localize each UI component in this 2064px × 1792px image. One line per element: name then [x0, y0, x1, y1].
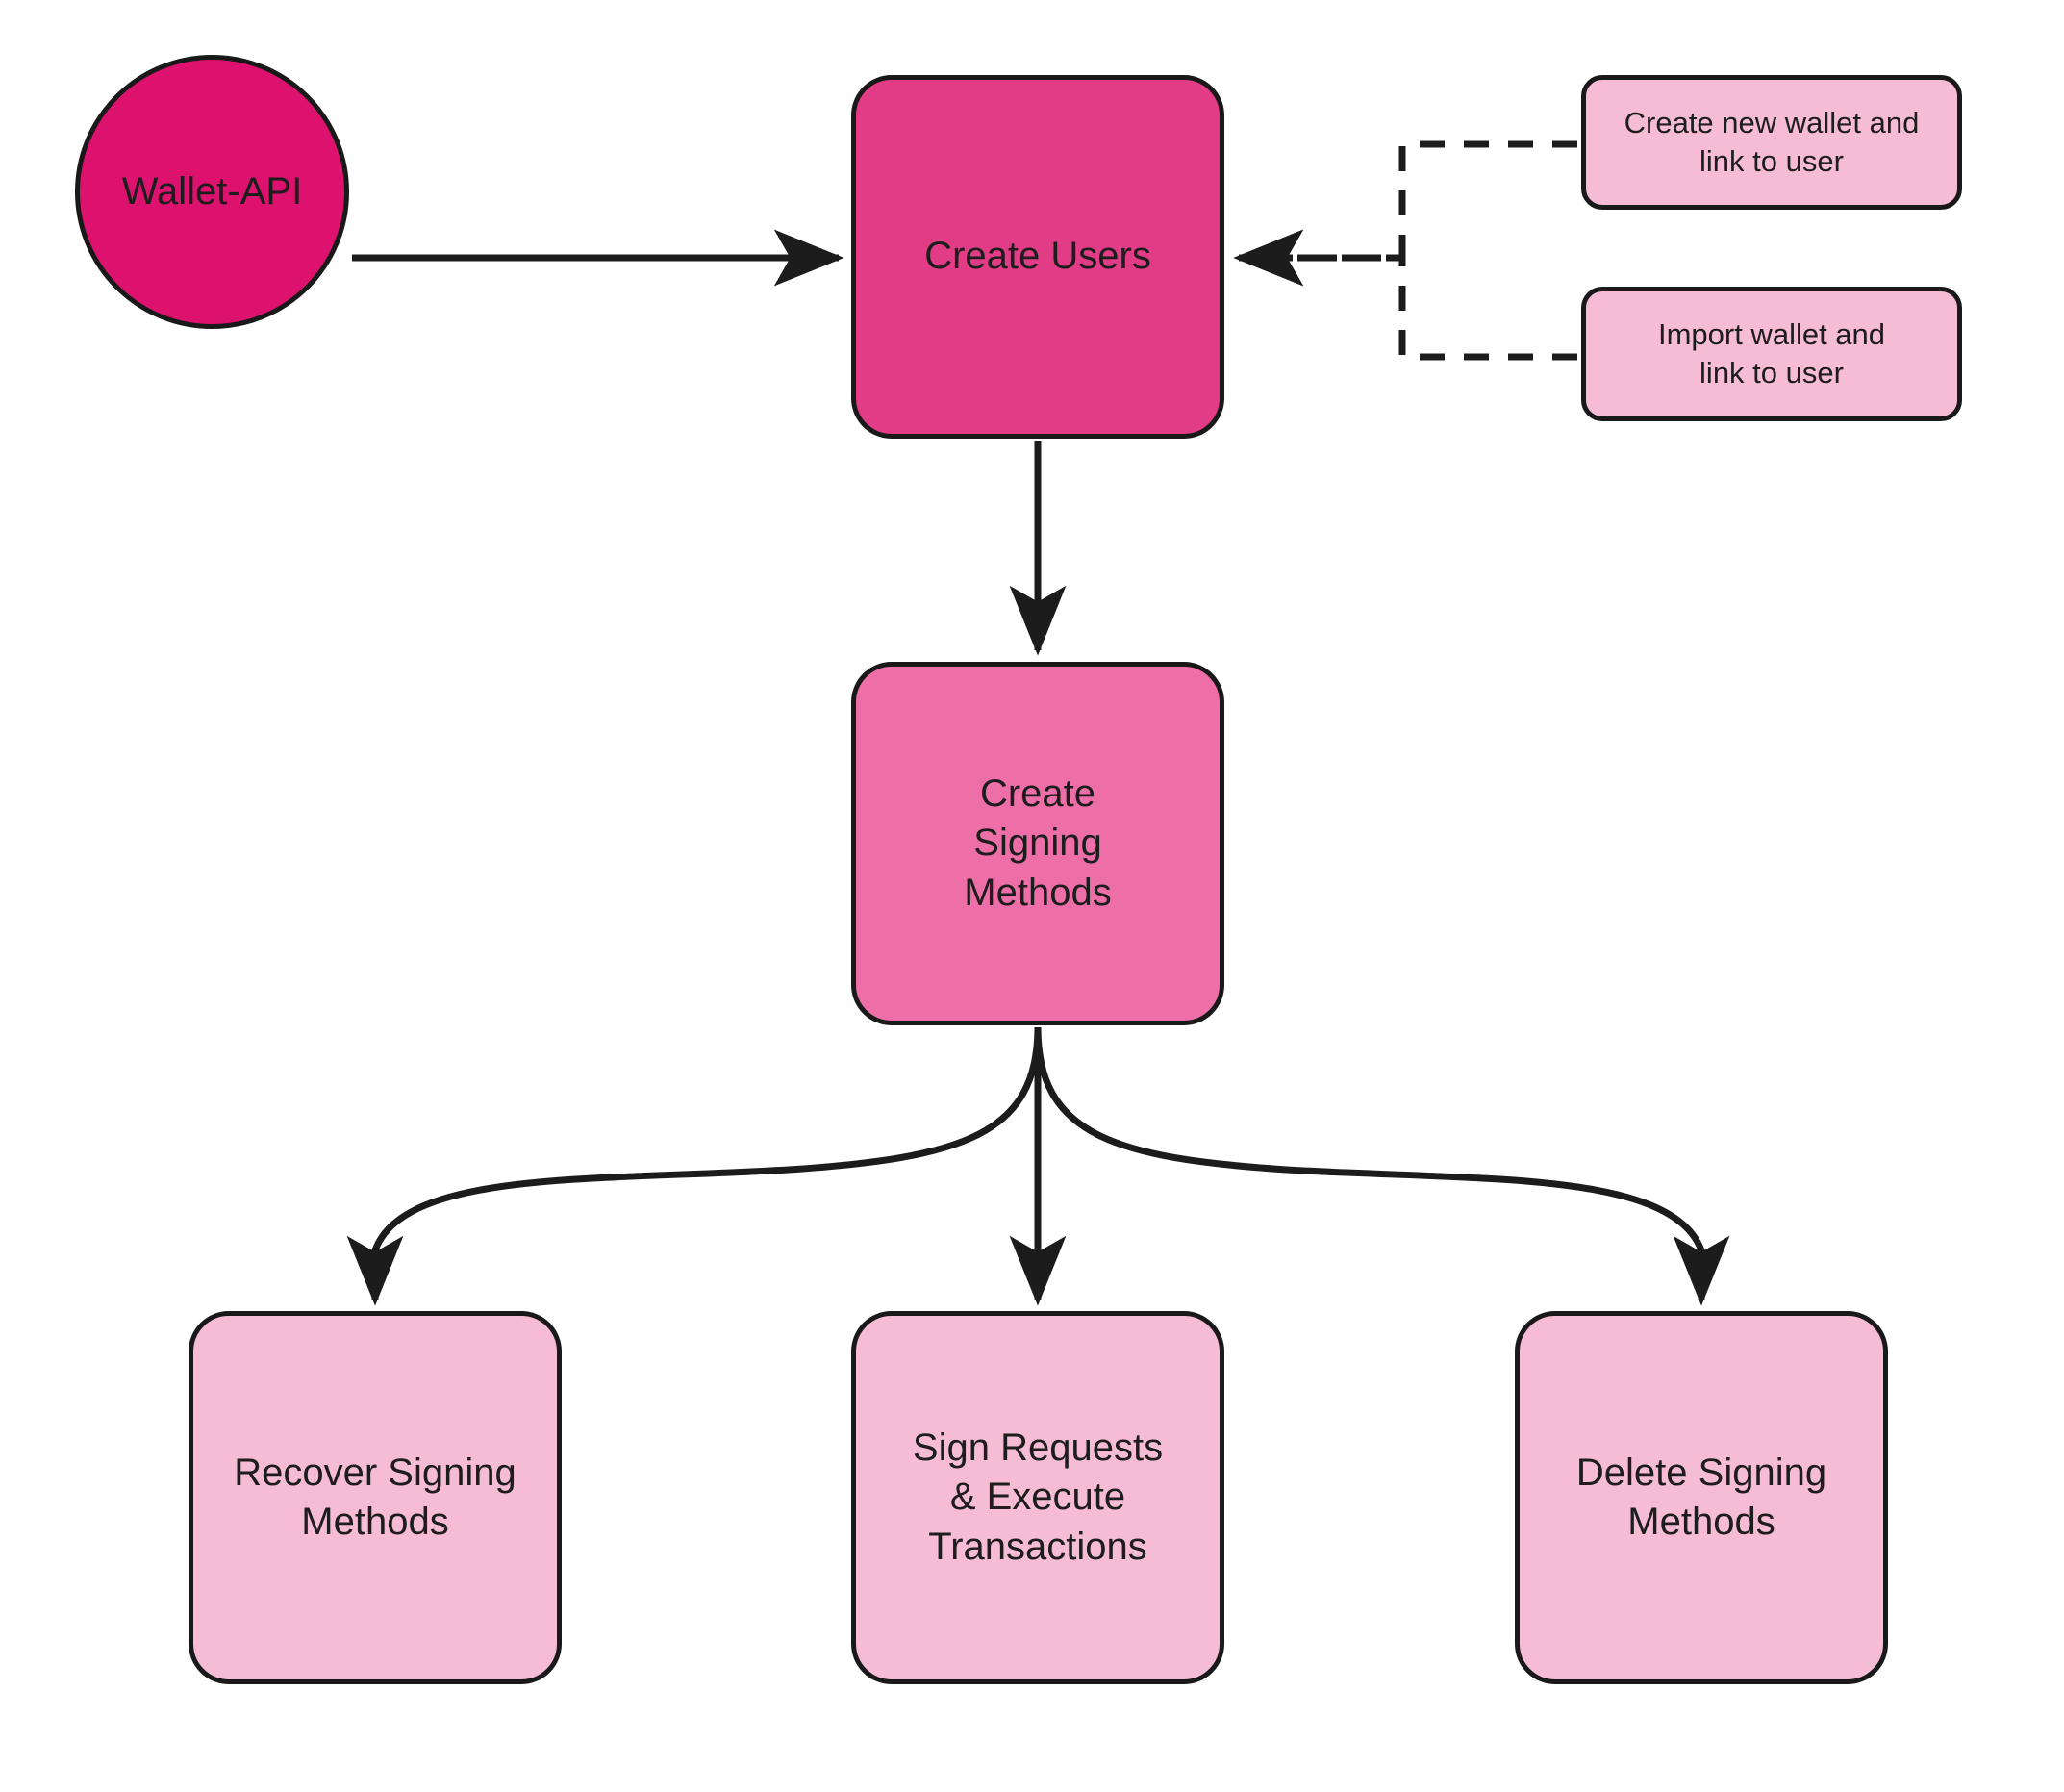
- note-create-new-wallet[interactable]: Create new wallet and link to user: [1581, 75, 1962, 210]
- node-delete-signing-methods[interactable]: Delete Signing Methods: [1515, 1311, 1888, 1684]
- node-create-users-label: Create Users: [924, 235, 1151, 278]
- node-recover-signing-methods[interactable]: Recover Signing Methods: [189, 1311, 562, 1684]
- edge-create-signing-methods-to-recover: [346, 1026, 1042, 1306]
- node-create-signing-methods-label: Create Signing Methods: [964, 772, 1112, 914]
- node-sign-requests-execute-transactions[interactable]: Sign Requests & Execute Transactions: [851, 1311, 1224, 1684]
- edge-create-signing-methods-to-delete: [1034, 1026, 1730, 1306]
- node-sign-requests-execute-transactions-label: Sign Requests & Execute Transactions: [912, 1426, 1164, 1568]
- node-delete-signing-methods-label: Delete Signing Methods: [1575, 1451, 1827, 1543]
- note-import-wallet[interactable]: Import wallet and link to user: [1581, 287, 1962, 421]
- flowchart-canvas: Wallet-API Create Users Create Signing M…: [0, 0, 2064, 1792]
- node-wallet-api[interactable]: Wallet-API: [75, 55, 349, 329]
- note-import-wallet-label: Import wallet and link to user: [1657, 317, 1886, 390]
- edge-create-wallet-note-to-create-users: [1233, 140, 1577, 287]
- node-create-users[interactable]: Create Users: [851, 75, 1224, 439]
- node-wallet-api-label: Wallet-API: [121, 169, 303, 213]
- edge-import-wallet-note-to-create-users: [1233, 229, 1577, 361]
- node-recover-signing-methods-label: Recover Signing Methods: [234, 1451, 516, 1543]
- note-create-new-wallet-label: Create new wallet and link to user: [1624, 106, 1920, 178]
- node-create-signing-methods[interactable]: Create Signing Methods: [851, 662, 1224, 1025]
